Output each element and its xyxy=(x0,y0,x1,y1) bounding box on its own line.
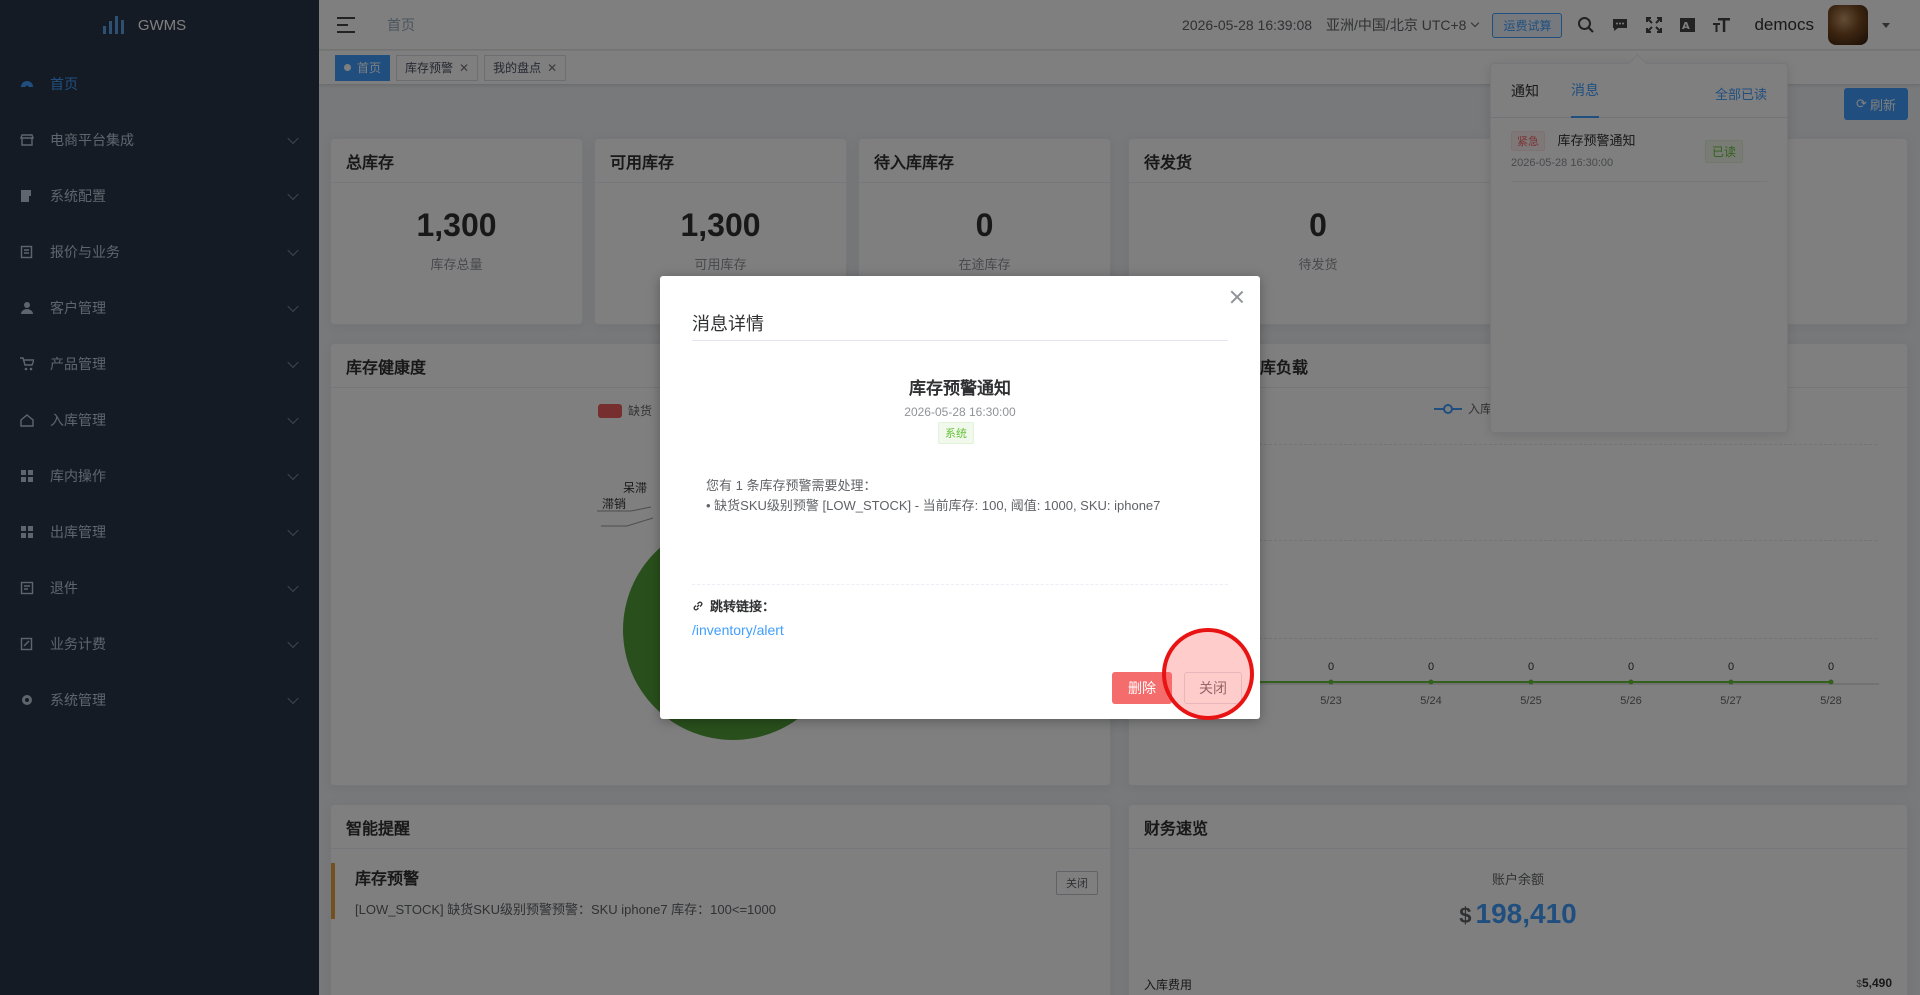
divider xyxy=(692,584,1228,585)
message-title: 库存预警通知 xyxy=(909,379,1011,398)
dialog-title: 消息详情 xyxy=(692,314,764,334)
click-highlight-marker xyxy=(1162,628,1254,720)
message-body: 您有 1 条库存预警需要处理： • 缺货SKU级别预警 [LOW_STOCK] … xyxy=(706,478,1161,513)
jump-link[interactable]: /inventory/alert xyxy=(692,622,784,638)
system-tag: 系统 xyxy=(938,422,974,444)
close-icon[interactable] xyxy=(1230,290,1244,304)
link-icon xyxy=(693,601,703,610)
message-time: 2026-05-28 16:30:00 xyxy=(904,405,1016,419)
divider xyxy=(692,340,1228,341)
jump-link-label: 跳转链接： xyxy=(692,596,775,615)
